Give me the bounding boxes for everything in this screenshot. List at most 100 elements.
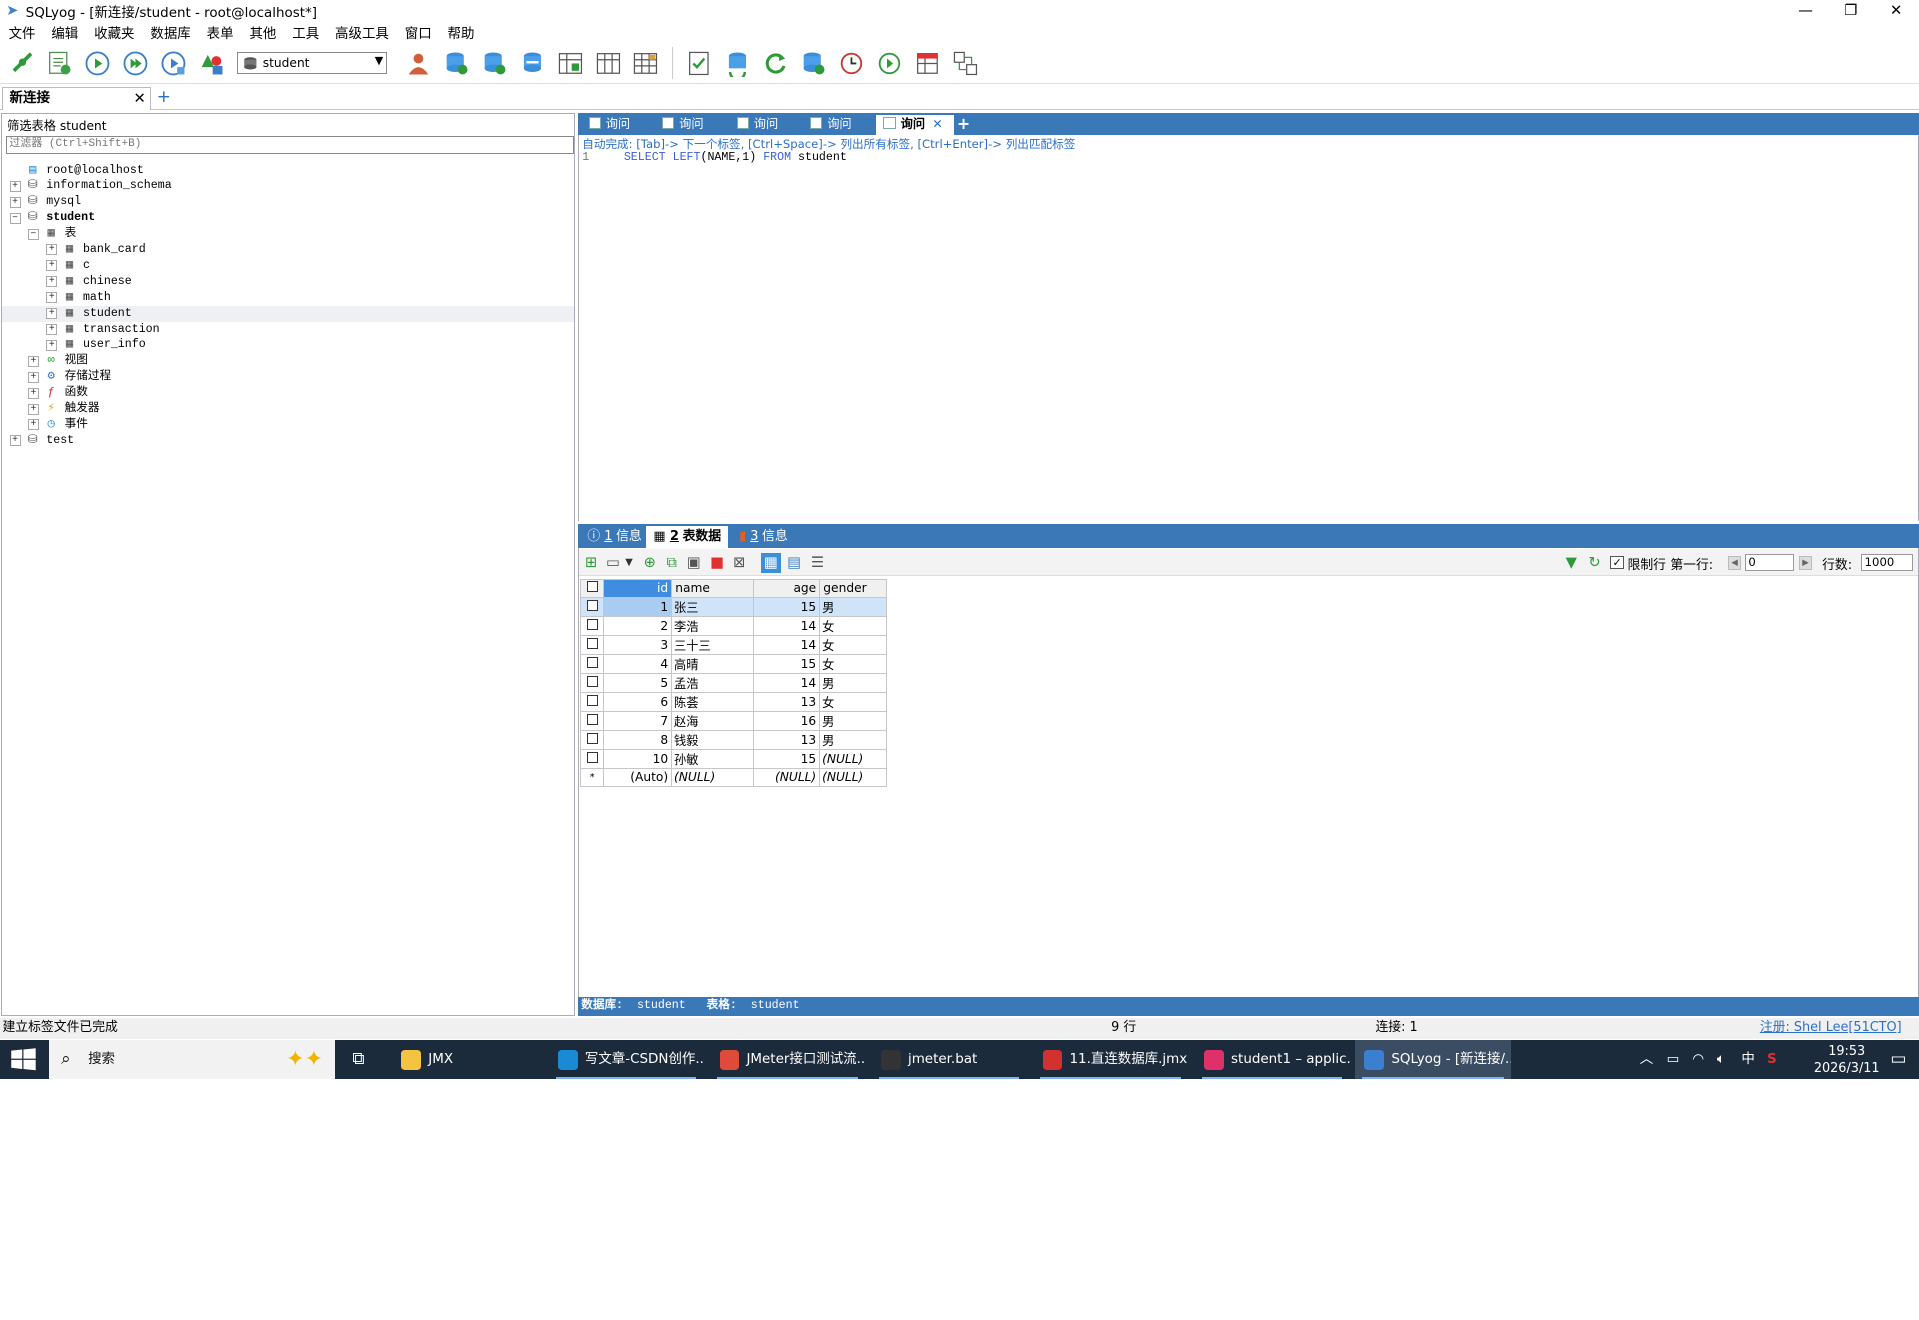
add-record-icon[interactable]: ⊕ [640,553,660,573]
tree-node[interactable]: − ⛁ student [2,210,573,226]
query-builder-icon[interactable] [684,47,716,79]
result-tab[interactable]: ▦ 2 表数据 [646,526,729,549]
alter-db-icon[interactable] [478,47,510,79]
table-cell[interactable]: 13 [752,729,820,750]
user-manager-icon[interactable] [402,47,434,79]
scheduler-icon[interactable] [836,47,868,79]
connection-tab[interactable]: 新连接 ✕ [2,86,151,111]
delete-icon[interactable]: ■ [707,553,727,573]
save-icon[interactable]: ▣ [684,553,704,573]
task-view-icon[interactable]: ⧉ [346,1049,370,1071]
expand-icon[interactable]: + [46,244,58,256]
row-checkbox[interactable] [580,691,605,712]
tree-node[interactable]: + ⛁ information_schema [2,178,573,194]
table-cell[interactable]: 1 [603,596,672,617]
schema-designer-icon[interactable] [196,47,228,79]
table-cell[interactable]: 14 [752,615,820,636]
table-cell[interactable]: 8 [603,729,672,750]
tree-node[interactable]: + ▦ math [2,290,573,306]
column-header[interactable]: name [670,578,754,598]
row-checkbox[interactable] [580,748,605,769]
expand-icon[interactable]: + [27,403,39,415]
taskbar-app[interactable]: student1 – applic... [1194,1040,1350,1080]
chevron-up-icon[interactable]: ︿ [1640,1040,1653,1079]
tree-node[interactable]: + ƒ 函数 [2,385,573,401]
notification-icon[interactable]: ▭ [1890,1049,1906,1069]
import-icon[interactable] [592,47,624,79]
expand-icon[interactable]: + [46,292,58,304]
execute-icon[interactable] [82,47,114,79]
row-checkbox[interactable] [580,634,605,655]
table-cell[interactable]: 陈荟 [670,691,754,712]
table-cell[interactable]: 钱毅 [670,729,754,750]
table-cell[interactable]: (Auto) [603,767,672,788]
table-cell[interactable]: (NULL) [818,748,887,769]
table-cell[interactable]: 7 [603,710,672,731]
menu-item[interactable]: 高级工具 [335,22,389,42]
tree-node[interactable]: + ⚡ 触发器 [2,401,573,417]
menu-item[interactable]: 帮助 [448,22,475,42]
tree-node[interactable]: + ▦ chinese [2,274,573,290]
select-all-checkbox[interactable] [580,578,605,598]
backup-icon[interactable] [516,47,548,79]
data-sync-icon[interactable] [722,47,754,79]
expand-icon[interactable]: + [27,371,39,383]
column-header[interactable]: id [603,578,672,598]
table-cell[interactable]: 女 [818,653,887,674]
table-cell[interactable]: 15 [752,596,820,617]
row-checkbox[interactable] [580,615,605,636]
tree-node[interactable]: + ∞ 视图 [2,353,573,369]
first-row-input[interactable]: 0 [1744,554,1794,572]
collapse-icon[interactable]: − [9,212,21,224]
taskbar-app[interactable]: 写文章-CSDN创作... [548,1040,704,1080]
chevron-down-icon[interactable]: ▼ [619,553,639,573]
table-cell[interactable]: 14 [752,634,820,655]
query-tab[interactable]: 询问 ✕ [876,115,955,135]
expand-icon[interactable]: + [46,276,58,288]
filter-icon[interactable]: ▼ [1561,553,1581,573]
previous-page-button[interactable]: ◀ [1727,555,1742,571]
table-cell[interactable]: 16 [752,710,820,731]
row-checkbox[interactable] [580,710,605,731]
table-row[interactable]: 3 三十三 14 女 [580,634,887,655]
execute-all-icon[interactable] [120,47,152,79]
table-cell[interactable]: 男 [818,729,887,750]
maximize-button[interactable]: ❐ [1828,0,1873,22]
row-checkbox[interactable] [580,653,605,674]
column-header[interactable]: gender [818,578,887,598]
expand-icon[interactable]: + [9,435,21,447]
database-diff-icon[interactable] [949,47,981,79]
close-icon[interactable]: ✕ [932,117,942,131]
refresh-icon[interactable]: ↻ [1585,553,1605,573]
table-cell[interactable]: 6 [603,691,672,712]
expand-icon[interactable]: + [46,324,58,336]
table-cell[interactable]: 13 [752,691,820,712]
tree-node[interactable]: + ◷ 事件 [2,417,573,433]
tree-node[interactable]: + ▦ user_info [2,337,573,353]
insert-row-icon[interactable]: ⊞ [581,553,601,573]
menu-item[interactable]: 文件 [9,22,36,42]
copy-record-icon[interactable]: ⧉ [662,553,682,573]
query-tab[interactable]: 询问 [803,115,874,135]
table-cell[interactable]: 3 [603,634,672,655]
add-query-tab-button[interactable]: + [957,114,970,133]
close-icon[interactable]: ✕ [134,88,146,110]
expand-icon[interactable]: + [9,180,21,192]
table-cell[interactable]: 高晴 [670,653,754,674]
table-cell[interactable]: 女 [818,634,887,655]
query-tab[interactable]: 询问 [581,115,652,135]
text-view-icon[interactable]: ☰ [808,553,828,573]
query-tab[interactable]: 询问 [729,115,800,135]
table-cell[interactable]: (NULL) [670,767,754,788]
table-row[interactable]: 1 张三 15 男 [580,596,887,617]
grid-view-icon[interactable]: ▦ [761,553,781,573]
clock[interactable]: 19:53 2026/3/11 [1814,1043,1880,1077]
new-connection-icon[interactable] [6,47,38,79]
tree-node[interactable]: + ▦ c [2,258,573,274]
table-cell[interactable]: (NULL) [818,767,887,788]
close-button[interactable]: ✕ [1873,0,1918,22]
result-tab[interactable]: ▮ 3 信息 [732,526,795,548]
table-row[interactable]: 7 赵海 16 男 [580,710,887,731]
tree-node[interactable]: − ▦ 表 [2,226,573,242]
expand-icon[interactable]: + [9,196,21,208]
